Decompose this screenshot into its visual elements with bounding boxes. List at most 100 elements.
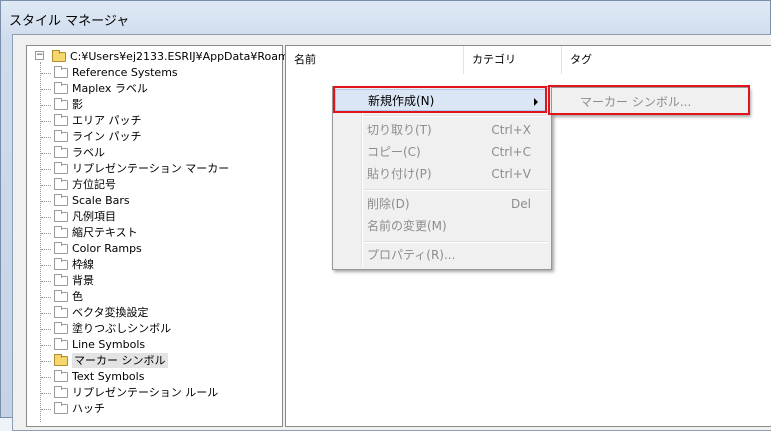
tree-connector-line (41, 345, 51, 346)
tree-item[interactable]: リプレゼンテーション マーカー (54, 161, 229, 176)
menu-item-cut-label: 切り取り(T) (367, 123, 432, 137)
folder-icon (54, 321, 68, 334)
tree-item[interactable]: 影 (54, 97, 83, 112)
highlight-box-new-menu-item (333, 86, 547, 113)
column-header-name[interactable]: 名前 (286, 46, 464, 74)
menu-item-paste-label: 貼り付け(P) (367, 167, 432, 181)
folder-icon (54, 305, 68, 318)
tree-item[interactable]: 縮尺テキスト (54, 225, 138, 240)
tree-connector-line (41, 89, 51, 90)
folder-icon (54, 65, 68, 78)
tree-item-label: Text Symbols (72, 370, 145, 383)
tree-connector-line (41, 121, 51, 122)
tree-connector-line (41, 105, 51, 106)
folder-icon (54, 193, 68, 206)
folder-icon (54, 177, 68, 190)
tree-item-label: 方位記号 (72, 178, 116, 191)
tree-connector-line (41, 201, 51, 202)
tree-item[interactable]: 塗りつぶしシンボル (54, 321, 171, 336)
tree-connector-line (41, 73, 51, 74)
tree-connector-line (41, 249, 51, 250)
menu-item-properties[interactable]: プロパティ(R)... (335, 244, 547, 266)
tree-item[interactable]: マーカー シンボル (54, 353, 168, 368)
tree-item-label: 影 (72, 98, 83, 111)
tree-item-label: エリア パッチ (72, 114, 142, 127)
tree-item-label: リプレゼンテーション ルール (72, 386, 219, 399)
tree-item-label: ベクタ変換設定 (72, 306, 149, 319)
tree-connector-line (41, 185, 51, 186)
folder-icon (54, 401, 68, 414)
tree-item[interactable]: 色 (54, 289, 83, 304)
menu-item-rename-label: 名前の変更(M) (367, 219, 447, 233)
menu-item-delete-label: 削除(D) (367, 197, 410, 211)
tree-item[interactable]: Color Ramps (54, 241, 142, 256)
tree-root-label: C:¥Users¥ej2133.ESRIJ¥AppData¥Roam (70, 50, 289, 63)
folder-icon (54, 241, 68, 254)
tree-item-label: 縮尺テキスト (72, 226, 138, 239)
menu-item-properties-label: プロパティ(R)... (367, 248, 456, 262)
menu-item-cut-shortcut: Ctrl+X (491, 123, 531, 137)
tree-item[interactable]: Line Symbols (54, 337, 145, 352)
highlight-box-marker-symbol (548, 85, 750, 115)
tree-item[interactable]: Reference Systems (54, 65, 178, 80)
collapse-toggle-icon[interactable]: − (35, 51, 44, 60)
tree-item-label: ラベル (72, 146, 105, 159)
tree-item-label: 塗りつぶしシンボル (72, 322, 172, 335)
tree-item[interactable]: ベクタ変換設定 (54, 305, 149, 320)
tree-item-label: ハッチ (72, 402, 105, 415)
tree-item-label: 枠線 (72, 258, 94, 271)
tree-item-label: Line Symbols (72, 338, 146, 351)
tree-item-label: Maplex ラベル (72, 82, 148, 95)
tree-item-label: 背景 (72, 274, 94, 287)
menu-separator (363, 241, 547, 243)
menu-item-paste[interactable]: 貼り付け(P) Ctrl+V (335, 163, 547, 185)
tree-connector-line (41, 233, 51, 234)
tree-item[interactable]: 方位記号 (54, 177, 116, 192)
tree-item[interactable]: ライン パッチ (54, 129, 142, 144)
column-header-tags[interactable]: タグ (562, 46, 771, 74)
tree-item-label: マーカー シンボル (72, 353, 168, 368)
tree-item[interactable]: Maplex ラベル (54, 81, 148, 96)
folder-icon (54, 113, 68, 126)
context-menu: 新規作成(N) 切り取り(T) Ctrl+X コピー(C) Ctrl+C 貼り付… (332, 86, 552, 270)
tree-item[interactable]: Scale Bars (54, 193, 130, 208)
tree-item[interactable]: 背景 (54, 273, 94, 288)
folder-icon (54, 369, 68, 382)
tree-item[interactable]: 凡例項目 (54, 209, 116, 224)
menu-item-delete[interactable]: 削除(D) Del (335, 193, 547, 215)
tree-item-label: 色 (72, 290, 83, 303)
menu-item-copy[interactable]: コピー(C) Ctrl+C (335, 141, 547, 163)
menu-separator (363, 115, 547, 117)
folder-icon (54, 337, 68, 350)
tree-connector-line (41, 409, 51, 410)
menu-item-rename[interactable]: 名前の変更(M) (335, 215, 547, 237)
tree-connector-line (41, 329, 51, 330)
tree-item[interactable]: 枠線 (54, 257, 94, 272)
tree-connector-line (41, 265, 51, 266)
folder-icon (54, 97, 68, 110)
menu-item-cut[interactable]: 切り取り(T) Ctrl+X (335, 119, 547, 141)
tree-item-label: Reference Systems (72, 66, 178, 79)
tree-item[interactable]: Text Symbols (54, 369, 144, 384)
tree-item-label: Color Ramps (72, 242, 142, 255)
tree-item[interactable]: リプレゼンテーション ルール (54, 385, 218, 400)
folder-icon (54, 81, 68, 94)
tree-connector-line (40, 62, 41, 422)
tree-connector-line (41, 153, 51, 154)
folder-icon (54, 145, 68, 158)
menu-item-paste-shortcut: Ctrl+V (491, 167, 531, 181)
menu-item-copy-label: コピー(C) (367, 145, 421, 159)
tree-item[interactable]: エリア パッチ (54, 113, 142, 128)
menu-separator (363, 189, 547, 191)
folder-icon (54, 289, 68, 302)
tree-item[interactable]: ラベル (54, 145, 105, 160)
tree-root-item[interactable]: C:¥Users¥ej2133.ESRIJ¥AppData¥Roam (52, 49, 289, 64)
tree-item-label: 凡例項目 (72, 210, 116, 223)
tree-item-label: リプレゼンテーション マーカー (72, 162, 230, 175)
tree-connector-line (41, 361, 51, 362)
open-folder-icon (52, 49, 66, 62)
column-header-category[interactable]: カテゴリ (464, 46, 562, 74)
folder-icon (54, 225, 68, 238)
tree-item[interactable]: ハッチ (54, 401, 105, 416)
tree-item-label: Scale Bars (72, 194, 130, 207)
